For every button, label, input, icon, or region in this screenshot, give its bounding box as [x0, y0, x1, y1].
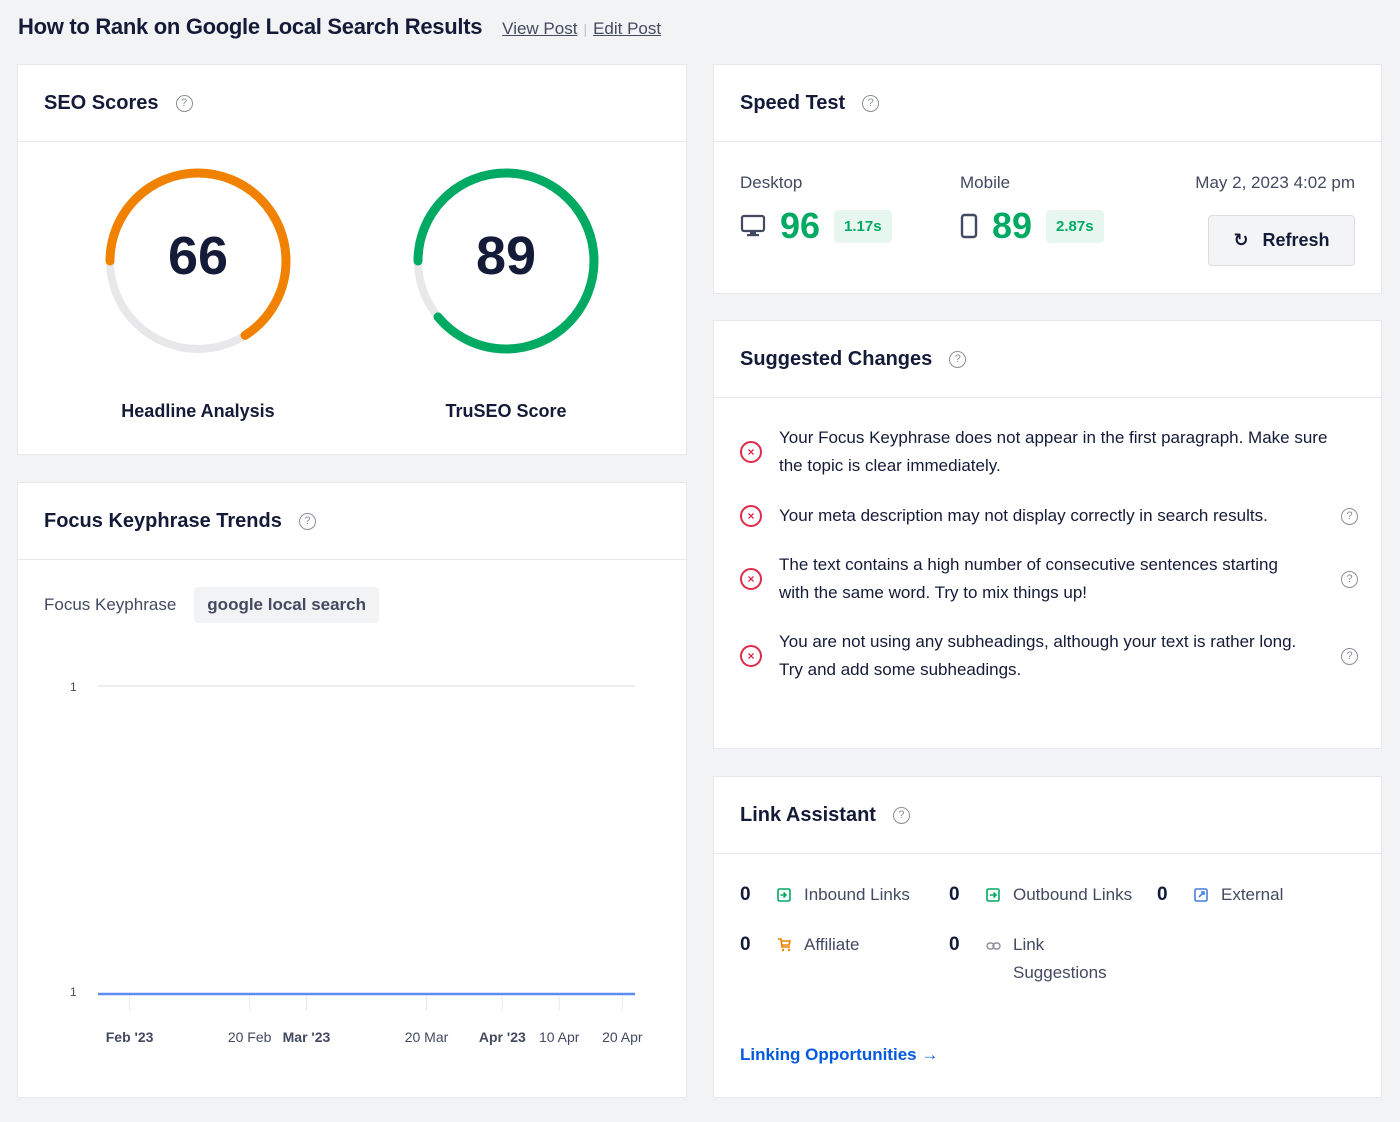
suggestion-text: You are not using any subheadings, altho… — [779, 632, 1297, 679]
post-links: View Post | Edit Post — [502, 19, 661, 39]
external-links-stat: 0 External — [1157, 881, 1283, 912]
mobile-load-time: 2.87s — [1046, 209, 1104, 243]
y-tick-label: 1 — [70, 985, 77, 999]
trend-chart: 1 1 Feb '23 20 Feb Mar '23 20 Mar Apr '23 10 Ap… — [70, 680, 643, 1045]
cart-icon — [777, 931, 804, 962]
x-tick-label: 10 Apr — [539, 1029, 580, 1045]
gauge-label: Headline Analysis — [121, 401, 275, 421]
link-count: 0 — [740, 884, 751, 905]
speed-row: 96 1.17s — [740, 205, 892, 247]
card-header: Speed Test ? — [714, 65, 1381, 142]
desktop-load-time: 1.17s — [834, 209, 892, 243]
error-icon: × — [740, 505, 762, 527]
affiliate-links-stat: 0 Affiliate — [740, 931, 859, 962]
help-icon[interactable]: ? — [175, 94, 193, 112]
suggested-changes-card: Suggested Changes ? × Your Focus Keyphra… — [713, 320, 1382, 749]
link-label: Link Suggestions — [1013, 935, 1107, 982]
gauge-label: TruSEO Score — [445, 401, 567, 421]
suggestion-text: Your meta description may not display co… — [779, 506, 1268, 525]
error-icon: × — [740, 645, 762, 667]
chain-link-icon — [986, 931, 1013, 961]
refresh-icon: ↻ — [1233, 230, 1249, 250]
suggestion-text: The text contains a high number of conse… — [779, 555, 1278, 602]
link-assistant-card: Link Assistant ? 0 Inbound Links 0 Outbo… — [713, 776, 1382, 1098]
help-icon[interactable]: ? — [949, 350, 967, 368]
outbound-link-icon — [986, 881, 1013, 912]
mobile-speed: Mobile 89 2.87s — [960, 173, 1104, 247]
link-separator: | — [583, 21, 588, 37]
gauge-value: 89 — [475, 226, 537, 286]
suggestion-item: × Your meta description may not display … — [740, 502, 1358, 530]
card-title: SEO Scores — [44, 91, 159, 114]
refresh-label: Refresh — [1262, 230, 1330, 250]
speed-label: Mobile — [960, 173, 1011, 192]
external-link-icon — [1194, 881, 1221, 912]
speed-test-card: Speed Test ? Desktop 96 1.17s Mobile 89 … — [713, 64, 1382, 294]
help-icon[interactable]: ? — [1341, 570, 1358, 588]
suggestion-item: × Your Focus Keyphrase does not appear i… — [740, 424, 1358, 480]
x-tick-label: 20 Feb — [228, 1029, 272, 1045]
card-title: Speed Test — [740, 91, 846, 114]
mobile-score: 89 — [992, 205, 1033, 246]
link-count: 0 — [740, 934, 751, 955]
link-label: Inbound Links — [804, 885, 910, 904]
help-icon[interactable]: ? — [862, 94, 880, 112]
seo-scores-card: SEO Scores ? 66 Headline Analysis 89 Tru… — [17, 64, 687, 455]
suggestion-item: × You are not using any subheadings, alt… — [740, 628, 1358, 684]
link-count: 0 — [1157, 884, 1168, 905]
keyphrase-label: Focus Keyphrase — [44, 595, 177, 614]
error-icon: × — [740, 568, 762, 590]
focus-keyphrase-trends-card: Focus Keyphrase Trends ? Focus Keyphrase… — [17, 482, 687, 1098]
linking-opportunities-link[interactable]: Linking Opportunities → — [740, 1045, 938, 1065]
link-label: External — [1221, 885, 1284, 904]
speed-label: Desktop — [740, 173, 803, 192]
keyphrase-row: Focus Keyphrase google local search — [44, 587, 380, 623]
help-icon[interactable]: ? — [298, 512, 316, 530]
card-header: Link Assistant ? — [714, 777, 1381, 854]
help-icon[interactable]: ? — [1341, 507, 1358, 525]
card-header: Suggested Changes ? — [714, 321, 1381, 398]
view-post-link[interactable]: View Post — [502, 19, 577, 39]
truseo-score-gauge: 89 TruSEO Score — [406, 165, 606, 422]
link-count: 0 — [949, 934, 960, 955]
edit-post-link[interactable]: Edit Post — [593, 19, 661, 39]
desktop-icon — [740, 214, 766, 237]
link-count: 0 — [949, 884, 960, 905]
headline-analysis-gauge: 66 Headline Analysis — [98, 165, 298, 422]
x-tick-label: 20 Mar — [405, 1029, 449, 1045]
card-title: Focus Keyphrase Trends — [44, 509, 282, 532]
card-header: Focus Keyphrase Trends ? — [18, 483, 686, 560]
card-header: SEO Scores ? — [18, 65, 686, 142]
x-tick-label: 20 Apr — [602, 1029, 643, 1045]
error-icon: × — [740, 441, 762, 463]
card-title: Suggested Changes — [740, 347, 933, 370]
x-tick-label: Feb '23 — [106, 1029, 154, 1045]
speed-test-date: May 2, 2023 4:02 pm — [1195, 173, 1355, 192]
link-suggestions-stat: 0 Link Suggestions — [949, 931, 1107, 987]
speed-row: 89 2.87s — [960, 205, 1104, 247]
card-title: Link Assistant — [740, 803, 876, 826]
suggestion-item: × The text contains a high number of con… — [740, 551, 1358, 607]
mobile-icon — [960, 213, 978, 239]
inbound-links-stat: 0 Inbound Links — [740, 881, 910, 912]
desktop-speed: Desktop 96 1.17s — [740, 173, 892, 247]
page-header: How to Rank on Google Local Search Resul… — [18, 14, 661, 40]
keyphrase-tag: google local search — [194, 587, 380, 623]
outbound-links-stat: 0 Outbound Links — [949, 881, 1132, 912]
suggestion-text: Your Focus Keyphrase does not appear in … — [779, 428, 1328, 475]
desktop-score: 96 — [780, 205, 821, 246]
help-icon[interactable]: ? — [892, 806, 910, 824]
gauge-value: 66 — [167, 226, 229, 286]
refresh-button[interactable]: ↻ Refresh — [1208, 215, 1355, 266]
inbound-link-icon — [777, 881, 804, 912]
x-tick-label: Apr '23 — [479, 1029, 526, 1045]
help-icon[interactable]: ? — [1341, 647, 1358, 665]
y-tick-label: 1 — [70, 680, 77, 694]
link-label: Outbound Links — [1013, 885, 1133, 904]
link-label: Affiliate — [804, 935, 860, 954]
page-title: How to Rank on Google Local Search Resul… — [18, 14, 483, 39]
x-tick-label: Mar '23 — [283, 1029, 331, 1045]
